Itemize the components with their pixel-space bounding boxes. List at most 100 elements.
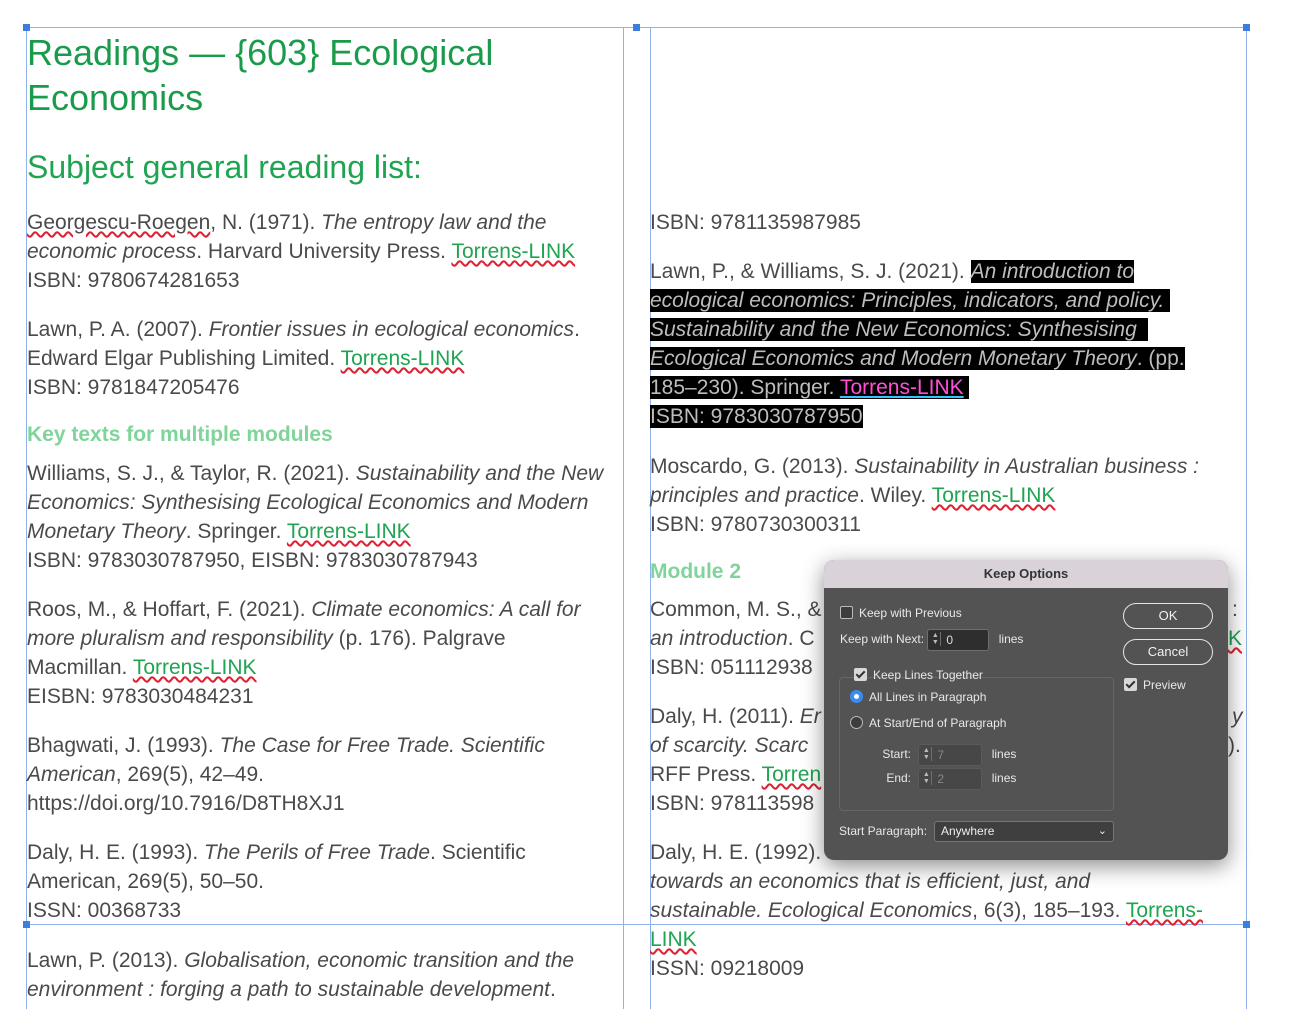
selected-title: ecological economics: Principles, indica… xyxy=(650,289,1165,312)
reference-entry: Williams, S. J., & Taylor, R. (2021). Su… xyxy=(27,459,623,575)
page-title: Readings — {603} Ecological Economics xyxy=(27,32,494,118)
reference-entry: Georgescu-Roegen, N. (1971). The entropy… xyxy=(27,208,623,295)
keep-with-next-field[interactable]: ▲ ▼ 0 xyxy=(927,629,990,651)
keep-lines-together-row[interactable]: Keep Lines Together xyxy=(854,668,983,682)
frame-handle-tr[interactable] xyxy=(1243,24,1250,31)
torrens-link-end[interactable]: LINK xyxy=(650,928,697,951)
column-guide-left xyxy=(623,27,624,1009)
volume-text: , 6(3), 185–193. xyxy=(972,899,1126,922)
start-lines-row: Start: ▲ ▼ 7 lines xyxy=(878,744,1016,766)
start-label: Start: xyxy=(882,747,911,762)
title-tail: y xyxy=(1232,705,1243,728)
publisher-text: RFF Press. xyxy=(650,763,762,786)
title-tail-2: ). xyxy=(1228,734,1241,757)
start-paragraph-label: Start Paragraph: xyxy=(839,824,928,838)
end-label: End: xyxy=(886,771,911,786)
selected-publisher: 185–230). Springer. xyxy=(650,376,840,399)
preview-checkbox[interactable] xyxy=(1124,678,1137,691)
selected-author: Lawn, P., & Williams, S. J. (2021). xyxy=(650,260,971,283)
torrens-link[interactable]: Torrens-LINK xyxy=(341,347,465,370)
start-paragraph-select[interactable]: Anywhere ⌄ xyxy=(934,821,1114,842)
issn-text: ISSN: 09218009 xyxy=(650,957,805,980)
ok-button[interactable]: OK xyxy=(1123,603,1213,629)
isbn-text: ISBN: 9780674281653 xyxy=(27,269,240,292)
subject-reading-heading: Subject general reading list: xyxy=(27,149,422,185)
torrens-link[interactable]: Torrens-LINK xyxy=(133,656,257,679)
author-text: Daly, H. E. (1993). xyxy=(27,841,205,864)
keep-with-previous-checkbox[interactable] xyxy=(840,606,853,619)
selected-line: Ecological Economics and Modern Monetary… xyxy=(650,344,1250,373)
lines-unit-label: lines xyxy=(998,632,1024,647)
all-lines-radio[interactable] xyxy=(850,690,863,703)
author-text: Bhagwati, J. (1993). xyxy=(27,734,220,757)
keep-with-previous-row[interactable]: Keep with Previous xyxy=(840,606,962,620)
start-paragraph-value: Anywhere xyxy=(941,824,995,838)
start-lines-field[interactable]: ▲ ▼ 7 xyxy=(918,744,983,766)
publisher-text: . Harvard University Press. xyxy=(196,240,452,263)
isbn-text: ISBN: 9781847205476 xyxy=(27,376,240,399)
end-lines-value: 2 xyxy=(937,772,945,786)
publisher-text: . Springer. xyxy=(185,520,287,543)
reference-entry: Daly, H. E. (1993). The Perils of Free T… xyxy=(27,838,587,925)
keep-with-previous-label: Keep with Previous xyxy=(859,606,962,620)
author-text: Lawn, P. (2013). xyxy=(27,949,185,972)
keep-lines-together-label: Keep Lines Together xyxy=(873,668,983,682)
reference-entry: Roos, M., & Hoffart, F. (2021). Climate … xyxy=(27,595,607,711)
keep-with-next-value: 0 xyxy=(946,633,954,647)
selected-reference[interactable]: Lawn, P., & Williams, S. J. (2021). An i… xyxy=(650,257,1250,431)
selected-line: Lawn, P., & Williams, S. J. (2021). An i… xyxy=(650,257,1250,286)
torrens-link-tail[interactable]: K xyxy=(1228,624,1242,653)
torrens-link[interactable]: Torrens- xyxy=(1126,899,1203,922)
selected-book-title: Sustainability and the New Economics: Sy… xyxy=(650,318,1137,341)
selected-isbn: ISBN: 9783030787950 xyxy=(650,405,863,428)
author-text: Daly, H. (2011). xyxy=(650,705,800,728)
selected-book-title-end: Ecological Economics and Modern Monetary… xyxy=(650,347,1137,370)
year-text: , N. (1971). xyxy=(210,211,322,234)
torrens-link[interactable]: Torrens-LINK xyxy=(287,520,411,543)
issn-text: ISSN: 00368733 xyxy=(27,899,182,922)
torrens-link[interactable]: Torrens-LINK xyxy=(932,484,1056,507)
title-text: towards an economics that is efficient, … xyxy=(650,870,1091,893)
all-lines-option[interactable]: All Lines in Paragraph xyxy=(850,690,986,704)
title-text: Frontier issues in ecological economics xyxy=(208,318,575,341)
publisher-text: . Wiley. xyxy=(858,484,932,507)
stepper-arrows-icon[interactable]: ▲ ▼ xyxy=(921,771,933,785)
isbn-text: ISBN: 9783030787950, EISBN: 978303078794… xyxy=(27,549,478,572)
stepper-arrows-icon[interactable]: ▲ ▼ xyxy=(921,747,933,761)
keep-with-next-label: Keep with Next: xyxy=(840,632,925,647)
torrens-link[interactable]: Torrens-LINK xyxy=(839,376,964,399)
title-text-2: of scarcity. Scarc xyxy=(650,734,809,757)
chevron-down-icon: ⌄ xyxy=(1097,825,1107,837)
title-text: an introduction xyxy=(650,627,788,650)
selected-line: Sustainability and the New Economics: Sy… xyxy=(650,315,1250,344)
publisher-text: . C xyxy=(787,627,815,650)
reference-entry: Moscardo, G. (2013). Sustainability in A… xyxy=(650,452,1246,539)
frame-handle-tc[interactable] xyxy=(633,24,640,31)
selected-title-start: An introduction to xyxy=(970,260,1134,283)
stepper-arrows-icon[interactable]: ▲ ▼ xyxy=(930,632,942,646)
start-end-radio[interactable] xyxy=(850,716,863,729)
cancel-button[interactable]: Cancel xyxy=(1123,639,1213,665)
doi-link[interactable]: https://doi.org/10.7916/D8TH8XJ1 xyxy=(27,792,345,815)
keep-options-dialog: Keep Options Keep with Previous Keep wit… xyxy=(824,560,1228,860)
publisher-text: , 269(5), 42–49. xyxy=(115,763,264,786)
section-heading-module-2: Module 2 xyxy=(650,560,742,583)
preview-row[interactable]: Preview xyxy=(1124,678,1186,692)
reference-entry: Lawn, P. A. (2007). Frontier issues in e… xyxy=(27,315,623,402)
torrens-link[interactable]: Torren xyxy=(762,763,822,786)
end-lines-field[interactable]: ▲ ▼ 2 xyxy=(918,768,983,790)
start-lines-value: 7 xyxy=(937,748,945,762)
end-lines-row: End: ▲ ▼ 2 lines xyxy=(878,768,1016,790)
start-end-option[interactable]: At Start/End of Paragraph xyxy=(850,716,1006,730)
frame-right-guide xyxy=(1246,27,1247,1009)
publisher-text: . xyxy=(550,978,556,1001)
journal-text: sustainable. Ecological Economics xyxy=(650,899,973,922)
selected-line: ISBN: 9783030787950 xyxy=(650,402,1250,431)
torrens-link[interactable]: Torrens-LINK xyxy=(451,240,575,263)
title-text: The Perils of Free Trade xyxy=(204,841,431,864)
author-text: Common, M. S., & xyxy=(650,598,822,621)
keep-lines-together-checkbox[interactable] xyxy=(854,668,867,681)
author-text: Roos, M., & Hoffart, F. (2021). xyxy=(27,598,312,621)
author-text: Lawn, P. A. (2007). xyxy=(27,318,209,341)
selected-pages-label: . (pp. xyxy=(1136,347,1185,370)
